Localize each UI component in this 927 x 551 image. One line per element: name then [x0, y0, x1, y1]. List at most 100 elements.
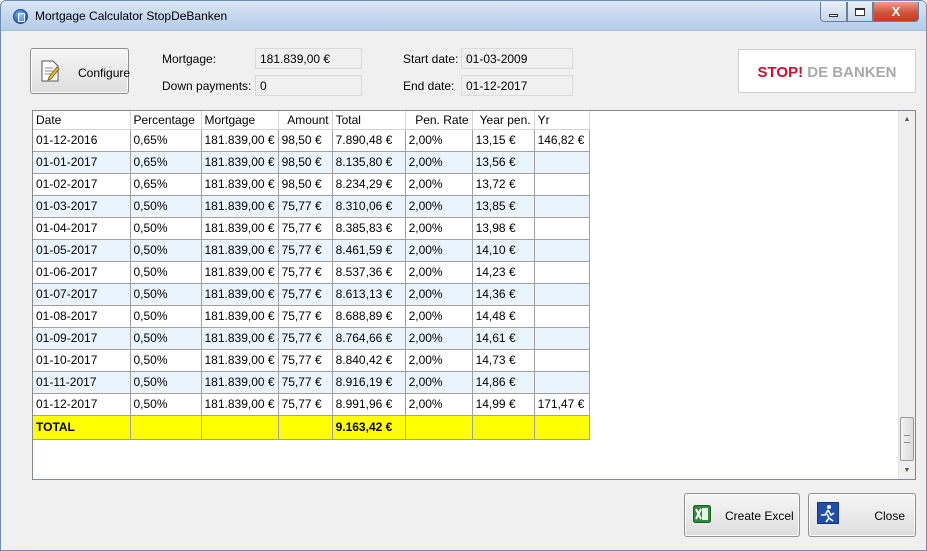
- table-cell[interactable]: 7.890,48 €: [332, 129, 406, 152]
- table-cell[interactable]: 14,36 €: [472, 283, 535, 306]
- table-cell[interactable]: 01-02-2017: [33, 173, 131, 196]
- table-cell[interactable]: 0,50%: [130, 393, 202, 416]
- table-cell[interactable]: 01-07-2017: [33, 283, 131, 306]
- table-cell[interactable]: 2,00%: [405, 129, 473, 152]
- table-cell[interactable]: 75,77 €: [278, 349, 333, 372]
- table-cell[interactable]: 75,77 €: [278, 261, 333, 284]
- table-cell[interactable]: 13,56 €: [472, 151, 535, 174]
- table-cell[interactable]: 8.991,96 €: [332, 393, 406, 416]
- table-cell[interactable]: [534, 173, 590, 196]
- table-row[interactable]: 01-01-2017 0,65% 181.839,00 €98,50 €8.135,…: [33, 151, 590, 174]
- table-cell[interactable]: 0,50%: [130, 371, 202, 394]
- total-cell[interactable]: [534, 415, 590, 440]
- table-cell[interactable]: 0,50%: [130, 327, 202, 350]
- scroll-up-arrow-icon[interactable]: ▲: [899, 111, 915, 128]
- table-row[interactable]: 01-11-2017 0,50% 181.839,00 €75,77 €8.916,…: [33, 371, 590, 394]
- table-cell[interactable]: [534, 349, 590, 372]
- table-cell[interactable]: 75,77 €: [278, 371, 333, 394]
- close-button[interactable]: Close: [808, 493, 916, 537]
- table-cell[interactable]: 181.839,00 €: [201, 327, 279, 350]
- table-cell[interactable]: 01-10-2017: [33, 349, 131, 372]
- table-cell[interactable]: 8.840,42 €: [332, 349, 406, 372]
- table-cell[interactable]: 14,99 €: [472, 393, 535, 416]
- table-cell[interactable]: [534, 305, 590, 328]
- total-cell[interactable]: [405, 415, 473, 440]
- table-cell[interactable]: [534, 327, 590, 350]
- table-cell[interactable]: 01-12-2017: [33, 393, 131, 416]
- table-row[interactable]: 01-12-2016 0,65% 181.839,00 €98,50 €7.890,…: [33, 129, 590, 152]
- total-cell[interactable]: 9.163,42 €: [332, 415, 406, 440]
- table-cell[interactable]: 14,73 €: [472, 349, 535, 372]
- table-cell[interactable]: 75,77 €: [278, 327, 333, 350]
- table-cell[interactable]: 14,48 €: [472, 305, 535, 328]
- scroll-thumb[interactable]: [900, 417, 914, 461]
- table-cell[interactable]: 75,77 €: [278, 195, 333, 218]
- table-cell[interactable]: 0,50%: [130, 305, 202, 328]
- table-cell[interactable]: 181.839,00 €: [201, 261, 279, 284]
- table-cell[interactable]: 0,65%: [130, 173, 202, 196]
- table-cell[interactable]: 0,50%: [130, 349, 202, 372]
- table-cell[interactable]: 13,15 €: [472, 129, 535, 152]
- table-cell[interactable]: 01-04-2017: [33, 217, 131, 240]
- table-cell[interactable]: 2,00%: [405, 195, 473, 218]
- table-cell[interactable]: [534, 195, 590, 218]
- table-cell[interactable]: 01-11-2017: [33, 371, 131, 394]
- table-cell[interactable]: 0,50%: [130, 217, 202, 240]
- table-cell[interactable]: 0,65%: [130, 129, 202, 152]
- table-cell[interactable]: 181.839,00 €: [201, 283, 279, 306]
- table-cell[interactable]: 01-01-2017: [33, 151, 131, 174]
- table-cell[interactable]: 14,23 €: [472, 261, 535, 284]
- table-cell[interactable]: [534, 217, 590, 240]
- table-cell[interactable]: 171,47 €: [534, 393, 590, 416]
- table-cell[interactable]: 181.839,00 €: [201, 305, 279, 328]
- table-cell[interactable]: 8.310,06 €: [332, 195, 406, 218]
- table-cell[interactable]: 2,00%: [405, 371, 473, 394]
- table-row[interactable]: 01-06-2017 0,50% 181.839,00 €75,77 €8.537,…: [33, 261, 590, 284]
- table-cell[interactable]: 181.839,00 €: [201, 393, 279, 416]
- table-cell[interactable]: 98,50 €: [278, 129, 333, 152]
- column-header[interactable]: Mortgage: [201, 111, 279, 130]
- table-cell[interactable]: 98,50 €: [278, 151, 333, 174]
- table-cell[interactable]: 2,00%: [405, 217, 473, 240]
- column-header[interactable]: Date: [33, 111, 131, 130]
- table-cell[interactable]: 01-08-2017: [33, 305, 131, 328]
- table-cell[interactable]: 13,85 €: [472, 195, 535, 218]
- table-cell[interactable]: 75,77 €: [278, 283, 333, 306]
- close-window-button[interactable]: X: [873, 2, 919, 22]
- table-cell[interactable]: 181.839,00 €: [201, 195, 279, 218]
- table-cell[interactable]: 8.461,59 €: [332, 239, 406, 262]
- table-cell[interactable]: 8.916,19 €: [332, 371, 406, 394]
- table-cell[interactable]: 181.839,00 €: [201, 239, 279, 262]
- table-cell[interactable]: 14,61 €: [472, 327, 535, 350]
- table-cell[interactable]: 0,50%: [130, 239, 202, 262]
- table-cell[interactable]: 181.839,00 €: [201, 217, 279, 240]
- table-cell[interactable]: 8.613,13 €: [332, 283, 406, 306]
- table-cell[interactable]: 2,00%: [405, 283, 473, 306]
- table-cell[interactable]: [534, 239, 590, 262]
- maximize-button[interactable]: [847, 2, 873, 22]
- table-cell[interactable]: 146,82 €: [534, 129, 590, 152]
- table-cell[interactable]: 14,10 €: [472, 239, 535, 262]
- table-cell[interactable]: 01-12-2016: [33, 129, 131, 152]
- table-row[interactable]: 01-08-2017 0,50% 181.839,00 €75,77 €8.688,…: [33, 305, 590, 328]
- table-cell[interactable]: 98,50 €: [278, 173, 333, 196]
- table-cell[interactable]: 01-09-2017: [33, 327, 131, 350]
- table-cell[interactable]: 181.839,00 €: [201, 151, 279, 174]
- table-row[interactable]: 01-03-2017 0,50% 181.839,00 €75,77 €8.310,…: [33, 195, 590, 218]
- mortgage-grid[interactable]: Date Percentage Mortgage Amount Total Pe…: [32, 110, 916, 480]
- column-header[interactable]: Yr: [534, 111, 590, 130]
- table-cell[interactable]: 8.688,89 €: [332, 305, 406, 328]
- table-cell[interactable]: 181.839,00 €: [201, 349, 279, 372]
- table-cell[interactable]: [534, 283, 590, 306]
- table-row[interactable]: 01-12-2017 0,50% 181.839,00 €75,77 €8.991,…: [33, 393, 590, 416]
- title-bar[interactable]: Mortgage Calculator StopDeBanken X: [1, 1, 926, 31]
- column-header[interactable]: Percentage: [130, 111, 202, 130]
- table-cell[interactable]: 75,77 €: [278, 305, 333, 328]
- table-cell[interactable]: 01-05-2017: [33, 239, 131, 262]
- table-cell[interactable]: 181.839,00 €: [201, 173, 279, 196]
- table-cell[interactable]: 13,98 €: [472, 217, 535, 240]
- table-cell[interactable]: 2,00%: [405, 349, 473, 372]
- table-row[interactable]: 01-07-2017 0,50% 181.839,00 €75,77 €8.613,…: [33, 283, 590, 306]
- table-cell[interactable]: 0,65%: [130, 151, 202, 174]
- table-cell[interactable]: 2,00%: [405, 173, 473, 196]
